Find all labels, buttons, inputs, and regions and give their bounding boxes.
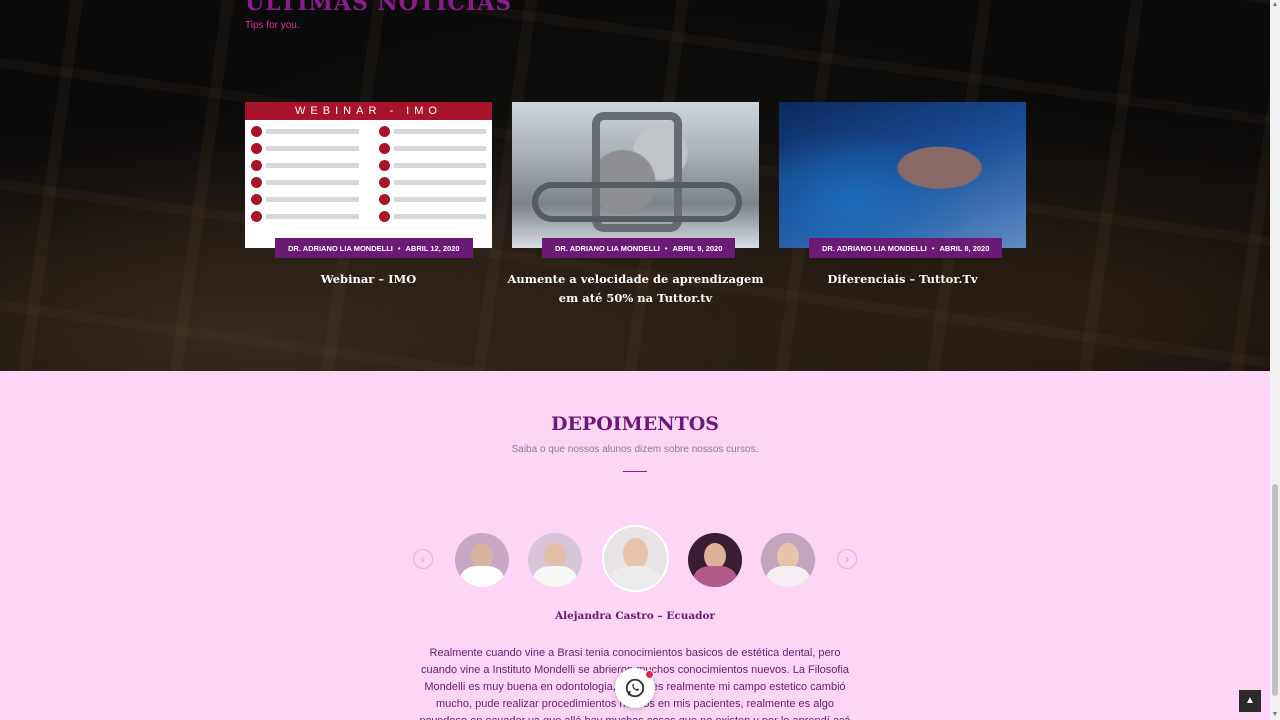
back-to-top-button[interactable]: ▲	[1239, 690, 1261, 712]
card-title[interactable]: Webinar – IMO	[235, 270, 502, 289]
news-card-webinar[interactable]: WEBINAR - IMO DR. ADRIANO LIA MONDELLI •…	[245, 102, 492, 286]
testimonials-title: DEPOIMENTOS	[551, 413, 719, 435]
card-date: ABRIL 12, 2020	[405, 243, 460, 253]
card-meta: DR. ADRIANO LIA MONDELLI • ABRIL 12, 202…	[275, 238, 473, 258]
news-subtitle: Tips for you.	[245, 20, 300, 31]
testimonial-author: Alejandra Castro – Ecuador	[554, 610, 716, 622]
scrollbar-thumb[interactable]	[1272, 484, 1278, 696]
card-author[interactable]: DR. ADRIANO LIA MONDELLI	[288, 244, 393, 253]
carousel-next-button[interactable]: ›	[837, 549, 857, 569]
notification-badge	[645, 670, 654, 679]
card-meta: DR. ADRIANO LIA MONDELLI • ABRIL 9, 2020	[542, 238, 736, 258]
carousel-prev-button[interactable]: ‹	[413, 549, 433, 569]
news-title: ULTIMAS NOTICIAS	[245, 0, 513, 16]
whatsapp-icon	[625, 678, 645, 698]
avatar[interactable]	[761, 533, 815, 587]
engine-photo-image[interactable]	[512, 102, 759, 248]
card-author[interactable]: DR. ADRIANO LIA MONDELLI	[555, 244, 660, 253]
avatar-active[interactable]	[602, 525, 669, 592]
hand-touchscreen-image[interactable]	[779, 102, 1026, 248]
card-title[interactable]: Diferenciais – Tuttor.Tv	[769, 270, 1036, 289]
avatar[interactable]	[528, 533, 582, 587]
card-title[interactable]: Aumente a velocidade de aprendizagem em …	[502, 270, 769, 308]
card-date: ABRIL 9, 2020	[672, 243, 723, 253]
webinar-poster-image[interactable]: WEBINAR - IMO	[245, 102, 492, 248]
card-meta: DR. ADRIANO LIA MONDELLI • ABRIL 8, 2020	[809, 238, 1003, 258]
title-divider	[623, 471, 647, 472]
card-author[interactable]: DR. ADRIANO LIA MONDELLI	[822, 244, 927, 253]
news-card-tuttor-speed[interactable]: DR. ADRIANO LIA MONDELLI • ABRIL 9, 2020…	[508, 102, 764, 305]
avatar[interactable]	[688, 533, 742, 587]
testimonials-subtitle: Saiba o que nossos alunos dizem sobre no…	[511, 444, 759, 455]
webinar-banner: WEBINAR - IMO	[245, 102, 492, 120]
scroll-down-arrow-icon[interactable]: ▼	[1270, 710, 1280, 720]
avatar[interactable]	[455, 533, 509, 587]
card-date: ABRIL 8, 2020	[939, 243, 990, 253]
news-card-tuttor-diferenciais[interactable]: DR. ADRIANO LIA MONDELLI • ABRIL 8, 2020…	[779, 102, 1026, 286]
news-section: ULTIMAS NOTICIAS Tips for you. WEBINAR -…	[0, 0, 1270, 371]
scroll-up-arrow-icon[interactable]: ▲	[1270, 0, 1280, 10]
